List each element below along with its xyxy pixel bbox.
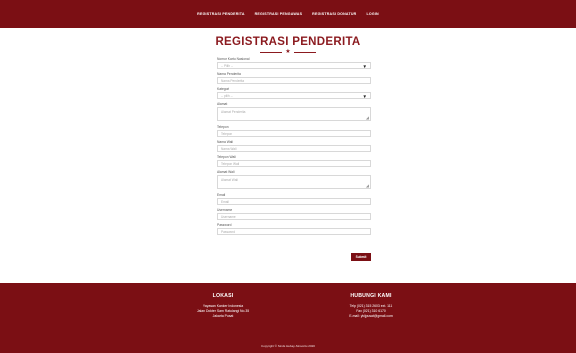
dropdown-arrow-icon: ▼ [362, 63, 367, 69]
footer-copyright: Copyright © Sinds Hebay-Sinsoritu 2020 [261, 344, 315, 348]
nav-registrasi-donatur[interactable]: REGISTRASI DONATUR [310, 12, 358, 16]
footer-location-title: LOKASI [212, 293, 234, 299]
email-placeholder: Email [221, 200, 229, 204]
alamat-wali-placeholder: Alamat Wali [221, 178, 238, 182]
telepon-wali-input[interactable]: Telepon Wali [217, 160, 371, 167]
divider-line-right [293, 51, 316, 53]
alamat-wali-textarea[interactable]: Alamat Wali ◢ [217, 175, 371, 189]
registration-form: Nomor Kartu Nasional -- Pilih -- ▼ Nama … [217, 57, 371, 235]
nama-penderita-input[interactable]: Nama Penderita [217, 77, 371, 84]
nav-login[interactable]: LOGIN [364, 12, 380, 16]
nomor-kartu-select[interactable]: -- Pilih -- ▼ [217, 62, 371, 69]
alamat-placeholder: Alamat Penderita [221, 110, 246, 114]
kategori-select[interactable]: -- pilih -- ▼ [217, 92, 371, 99]
password-placeholder: Password [221, 230, 235, 234]
username-input[interactable]: Username [217, 213, 371, 220]
footer: LOKASI Yayasan Kanker Indonesia Jalan Do… [0, 283, 576, 353]
footer-location-line: Jakarta Pusat [212, 314, 234, 318]
title-block: REGISTRASI PENDERITA ★ [0, 36, 576, 55]
username-placeholder: Username [221, 215, 236, 219]
page-title: REGISTRASI PENDERITA [215, 36, 361, 48]
footer-location: LOKASI Yayasan Kanker Indonesia Jalan Do… [168, 293, 278, 319]
nama-wali-placeholder: Nama Wali [221, 147, 237, 151]
footer-contact-title: HUBUNGI KAMI [350, 293, 392, 299]
footer-contact-email[interactable]: E-mail: ykijpusat@gmail.com [316, 314, 426, 319]
resize-grip-icon[interactable]: ◢ [366, 116, 369, 120]
telepon-input[interactable]: Telepon [217, 130, 371, 137]
alamat-textarea[interactable]: Alamat Penderita ◢ [217, 107, 371, 121]
top-navbar: REGISTRASI PENDERITA REGISTRASI PENGAWAS… [0, 0, 576, 28]
footer-contact: HUBUNGI KAMI Telp (021) 315 2603 ext. 11… [316, 293, 426, 319]
dropdown-arrow-icon: ▼ [362, 93, 367, 99]
password-input[interactable]: Password [217, 228, 371, 235]
nama-wali-input[interactable]: Nama Wali [217, 145, 371, 152]
divider-line-left [260, 51, 283, 53]
submit-button[interactable]: Submit [351, 253, 371, 261]
kategori-value: -- pilih -- [221, 94, 233, 98]
telepon-wali-placeholder: Telepon Wali [221, 162, 240, 166]
nama-penderita-placeholder: Nama Penderita [221, 79, 245, 83]
star-icon: ★ [285, 49, 291, 55]
email-input[interactable]: Email [217, 198, 371, 205]
nav-registrasi-pengawas[interactable]: REGISTRASI PENGAWAS [253, 12, 305, 16]
nomor-kartu-value: -- Pilih -- [221, 64, 234, 68]
telepon-placeholder: Telepon [221, 132, 233, 136]
nav-registrasi-penderita[interactable]: REGISTRASI PENDERITA [195, 12, 246, 16]
title-divider: ★ [0, 49, 576, 55]
resize-grip-icon[interactable]: ◢ [366, 184, 369, 188]
